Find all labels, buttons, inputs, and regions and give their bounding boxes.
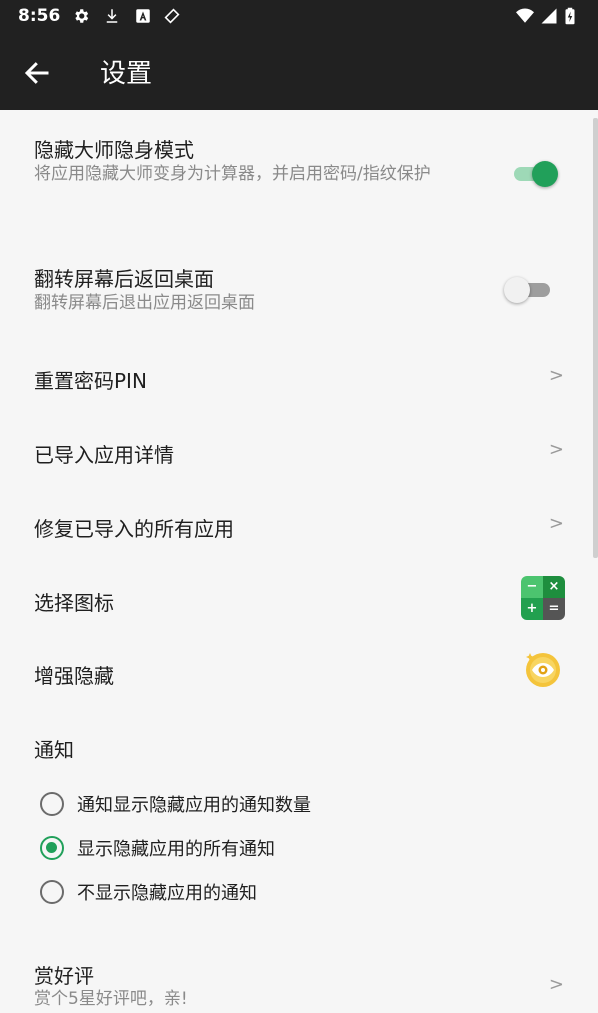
tag-icon bbox=[164, 8, 180, 24]
radio-button[interactable] bbox=[40, 880, 64, 904]
status-bar: 8:56 bbox=[0, 0, 598, 34]
plus-icon: + bbox=[521, 598, 543, 620]
chevron-right-icon: > bbox=[548, 439, 564, 460]
times-icon: × bbox=[543, 576, 565, 598]
chevron-right-icon: > bbox=[548, 365, 564, 386]
chevron-right-icon: > bbox=[548, 513, 564, 534]
setting-title: 翻转屏幕后返回桌面 bbox=[34, 267, 214, 291]
setting-title: 隐藏大师隐身模式 bbox=[34, 138, 194, 162]
settings-list: 隐藏大师隐身模式 将应用隐藏大师变身为计算器，并启用密码/指纹保护 翻转屏幕后返… bbox=[0, 110, 598, 1009]
radio-label: 通知显示隐藏应用的通知数量 bbox=[77, 795, 311, 816]
setting-subtitle: 将应用隐藏大师变身为计算器，并启用密码/指纹保护 bbox=[34, 164, 431, 184]
settings-icon bbox=[75, 9, 89, 23]
radio-button[interactable] bbox=[40, 836, 64, 860]
setting-title: 重置密码PIN bbox=[34, 369, 147, 393]
minus-icon: − bbox=[521, 576, 543, 598]
hide-master-switch[interactable] bbox=[514, 161, 558, 187]
signal-icon bbox=[541, 8, 557, 24]
flip-screen-switch[interactable] bbox=[504, 277, 550, 303]
setting-title: 已导入应用详情 bbox=[34, 443, 174, 467]
a-box-icon bbox=[136, 9, 150, 23]
chevron-right-icon: > bbox=[548, 974, 564, 995]
setting-subtitle: 赏个5星好评吧，亲! bbox=[34, 989, 188, 1009]
scrollbar[interactable] bbox=[593, 118, 598, 558]
setting-title: 通知 bbox=[34, 738, 74, 762]
radio-button[interactable] bbox=[40, 792, 64, 816]
app-bar: 设置 bbox=[0, 34, 598, 110]
eye-icon[interactable] bbox=[524, 650, 562, 688]
status-time: 8:56 bbox=[18, 6, 61, 26]
download-icon bbox=[106, 9, 118, 23]
arrow-left-icon[interactable] bbox=[22, 58, 52, 88]
setting-title: 修复已导入的所有应用 bbox=[34, 517, 234, 541]
equals-icon: = bbox=[543, 598, 565, 620]
radio-label: 显示隐藏应用的所有通知 bbox=[77, 839, 275, 860]
setting-title: 选择图标 bbox=[34, 591, 114, 615]
page-title: 设置 bbox=[100, 59, 153, 89]
radio-label: 不显示隐藏应用的通知 bbox=[77, 883, 257, 904]
setting-subtitle: 翻转屏幕后退出应用返回桌面 bbox=[34, 293, 255, 313]
wifi-icon bbox=[516, 8, 534, 23]
battery-icon bbox=[565, 7, 575, 25]
setting-title: 增强隐藏 bbox=[34, 664, 114, 688]
calculator-icon[interactable]: − × + = bbox=[521, 576, 565, 620]
setting-title: 赏好评 bbox=[34, 964, 94, 988]
